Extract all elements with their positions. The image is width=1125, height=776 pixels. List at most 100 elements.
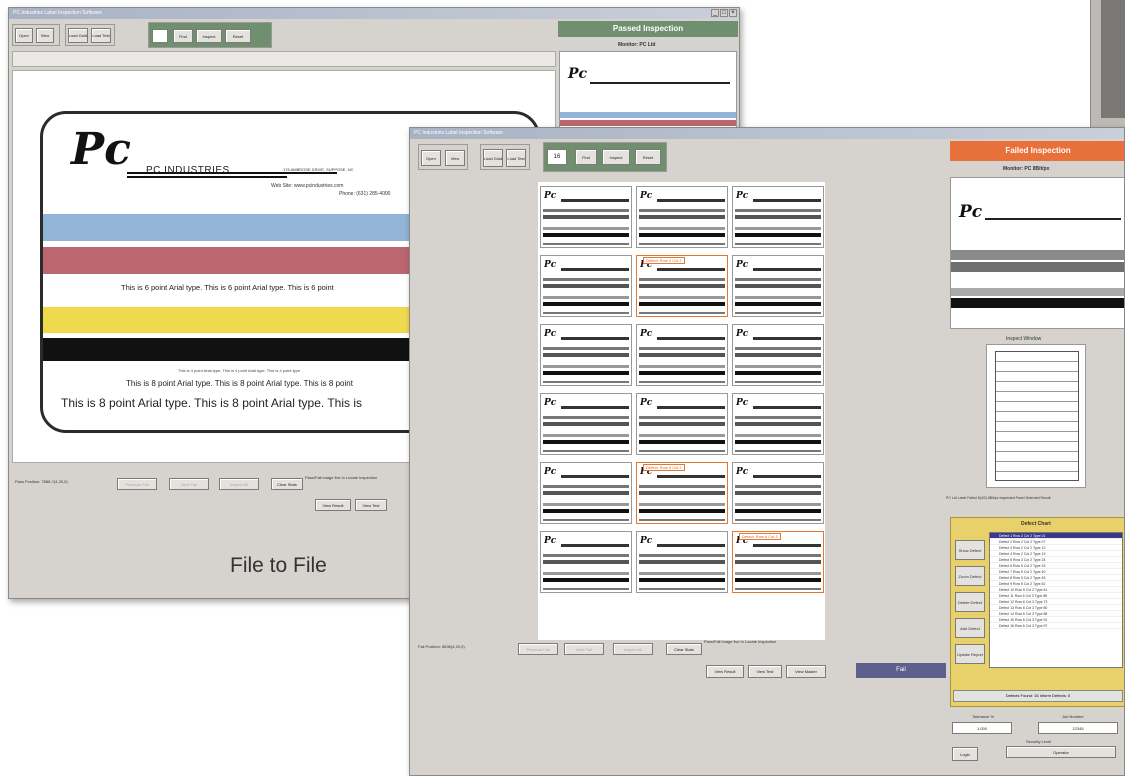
load-gold-button[interactable]: Load Gold	[483, 149, 503, 167]
inspect-all-button[interactable]: Inspect All	[219, 478, 259, 490]
thumbnail-stripe	[735, 578, 821, 582]
thumbnail-stripe	[543, 215, 629, 219]
thumbnail-logo: Pc	[736, 191, 749, 201]
view-master-button[interactable]: View Master	[786, 665, 826, 678]
view-button[interactable]: View	[36, 28, 54, 43]
thumbnail-stripe	[735, 554, 821, 557]
next-fail-button[interactable]: Next Fail	[564, 643, 604, 655]
reset-button[interactable]: Reset	[635, 149, 661, 165]
thumbnail-stripe	[657, 406, 725, 409]
thumbnail-stripe	[639, 353, 725, 357]
inspect-button[interactable]: Inspect	[602, 149, 630, 165]
label-thumbnail[interactable]: Pc	[636, 186, 728, 248]
label-thumbnail[interactable]: Pc	[540, 462, 632, 524]
previous-fail-button[interactable]: Previous Fail	[117, 478, 157, 490]
find-button[interactable]: Find	[575, 149, 597, 165]
fail-status-banner: Failed Inspection	[950, 141, 1124, 161]
thumbnail-stripe	[753, 475, 821, 478]
count-field[interactable]	[152, 29, 168, 43]
thumbnail-stripe	[543, 588, 629, 590]
thumbnail-stripe	[543, 509, 629, 513]
inspect-all-button[interactable]: Inspect All	[613, 643, 653, 655]
defect-list-item[interactable]: Defect 16 Row 6 Col 3 Type 97	[990, 623, 1122, 629]
view-test-button[interactable]: View Test	[748, 665, 782, 678]
show-defect-button[interactable]: Show Defect	[955, 540, 985, 560]
thumbnail-stripe	[735, 215, 821, 219]
status-line: PC Ltd Label Failed 5(4/0) 8Bit/px Inspe…	[946, 496, 1051, 500]
reset-button[interactable]: Reset	[225, 29, 251, 43]
delete-defect-button[interactable]: Delete Defect	[955, 592, 985, 612]
label-thumbnail[interactable]: Pc	[636, 393, 728, 455]
preview-blue-stripe	[560, 112, 736, 118]
tolerance-field[interactable]: 1.000	[952, 722, 1012, 734]
thumbnail-stripe	[735, 302, 821, 306]
count-field[interactable]: 16	[547, 149, 567, 165]
label-thumbnail[interactable]: Pc	[732, 186, 824, 248]
open-button[interactable]: Open	[421, 150, 441, 166]
job-number-field[interactable]: 12345	[1038, 722, 1118, 734]
pc-logo: Pc	[71, 124, 131, 175]
back-window-titlebar: PC Industries Label Inspection Software …	[9, 8, 739, 19]
thumbnail-stripe	[735, 450, 821, 452]
label-thumbnail[interactable]: Pc	[540, 186, 632, 248]
open-button[interactable]: Open	[15, 28, 33, 43]
inspect-window-image	[995, 351, 1079, 481]
label-thumbnail[interactable]: Pc	[636, 531, 728, 593]
next-fail-button[interactable]: Next Fail	[169, 478, 209, 490]
thumbnail-stripe	[735, 572, 821, 575]
clear-stats-button[interactable]: Clear Stats	[666, 643, 702, 655]
label-thumbnail[interactable]: Pc	[540, 324, 632, 386]
load-test-button[interactable]: Load Test	[91, 28, 111, 43]
inspect-button[interactable]: Inspect	[196, 29, 222, 43]
thumbnail-stripe	[735, 416, 821, 419]
label-thumbnail[interactable]: Pc	[540, 531, 632, 593]
label-thumbnail[interactable]: Pc Defect: Row 5 Col 2	[636, 462, 728, 524]
label-thumbnail[interactable]: Pc	[540, 255, 632, 317]
thumbnail-stripe	[561, 268, 629, 271]
previous-fail-button[interactable]: Previous Fail	[518, 643, 558, 655]
label-thumbnail[interactable]: Pc	[636, 324, 728, 386]
thumbnail-stripe	[639, 243, 725, 245]
zoom-defect-button[interactable]: Zoom Defect	[955, 566, 985, 586]
view-button[interactable]: View	[445, 150, 465, 166]
view-result-button[interactable]: View Result	[315, 499, 351, 511]
label-thumbnail[interactable]: Pc Defect: Row 6 Col 3	[732, 531, 824, 593]
preview-logo: Pc	[568, 66, 588, 82]
thumbnail-stripe	[735, 278, 821, 281]
label-thumbnail[interactable]: Pc	[732, 324, 824, 386]
preview-red-stripe	[560, 120, 736, 126]
label-thumbnail[interactable]: Pc Defect: Row 2 Col 2	[636, 255, 728, 317]
label-thumbnail[interactable]: Pc	[732, 393, 824, 455]
result-indicator: Fail	[856, 663, 946, 678]
thumbnail-stripe	[639, 209, 725, 212]
clear-stats-button[interactable]: Clear Stats	[271, 478, 303, 490]
partial-window-edge	[1090, 0, 1125, 130]
load-gold-button[interactable]: Load Gold	[68, 28, 88, 43]
close-icon[interactable]: ×	[729, 9, 737, 17]
thumbnail-stripe	[543, 440, 629, 444]
thumbnail-stripe	[639, 503, 725, 506]
thumbnail-stripe	[543, 381, 629, 383]
label-thumbnail[interactable]: Pc	[540, 393, 632, 455]
login-button[interactable]: Login	[952, 747, 978, 761]
thumbnail-stripe	[543, 209, 629, 212]
preview-line	[985, 218, 1121, 220]
defect-list[interactable]: Defect 1 Row 2 Col 2 Type 01 Defect 2 Row…	[989, 532, 1123, 668]
label-thumbnail[interactable]: Pc	[732, 462, 824, 524]
security-level-field[interactable]: Operator	[1006, 746, 1116, 758]
maximize-icon[interactable]: □	[720, 9, 728, 17]
view-result-button[interactable]: View Result	[706, 665, 744, 678]
minimize-icon[interactable]: _	[711, 9, 719, 17]
load-test-button[interactable]: Load Test	[506, 149, 526, 167]
thumbnail-logo: Pc	[640, 536, 653, 546]
find-button[interactable]: Find	[173, 29, 193, 43]
preview-logo: Pc	[959, 202, 983, 222]
update-report-button[interactable]: Update Report	[955, 644, 985, 664]
add-defect-button[interactable]: Add Defect	[955, 618, 985, 638]
label-thumbnail[interactable]: Pc	[732, 255, 824, 317]
thumbnail-stripe	[639, 450, 725, 452]
fail-preview: Pc	[950, 177, 1124, 329]
view-test-button[interactable]: View Test	[355, 499, 387, 511]
thumbnail-stripe	[543, 227, 629, 230]
defect-tag: Defect: Row 6 Col 3	[739, 533, 781, 540]
